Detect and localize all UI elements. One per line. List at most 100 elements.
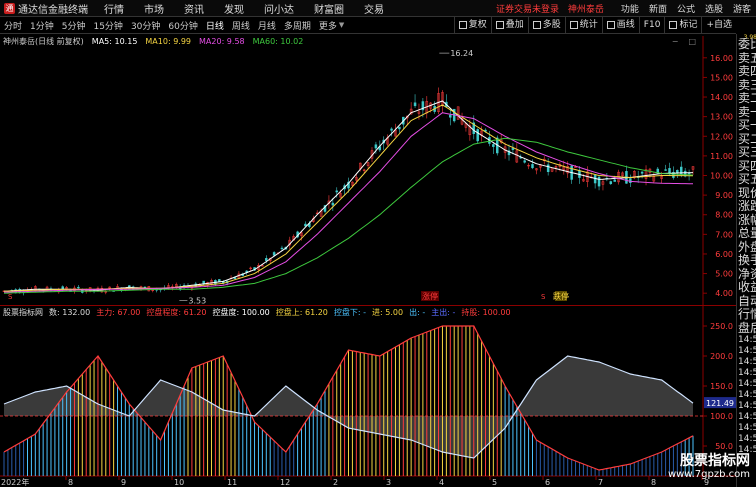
candle-body: [390, 128, 393, 131]
time-tick-label: 3: [386, 478, 391, 487]
price-tick-label: 9.00: [715, 191, 733, 200]
indicator-title[interactable]: 股票指标网: [3, 307, 43, 318]
indicator-header: 股票指标网 数: 132.00 主力: 67.00 控盘程度: 61.20 控盘…: [0, 305, 736, 318]
time-tick-label: 12: [280, 478, 290, 487]
side-panel-label: 盘后: [738, 320, 756, 335]
price-tick-label: 11.00: [710, 152, 733, 161]
event-marker-zhangting: 涨停: [422, 291, 438, 301]
indicator-tick-label: 200.0: [710, 352, 733, 361]
indicator-axis: 250.0 200.0 150.0 100.0 50.0 121.49: [703, 322, 736, 451]
side-panel-label: 卖五: [738, 50, 756, 65]
time-tick-label: 11: [227, 478, 237, 487]
candle-body: [676, 169, 679, 173]
side-panel-label: 涨幅: [738, 212, 756, 227]
side-panel-label: 14:56: [738, 412, 756, 422]
price-tick-label: 10.00: [710, 172, 733, 181]
price-tick-label: 16.00: [710, 54, 733, 63]
ma-line-ma20: [3, 112, 693, 293]
price-tick-label: 7.00: [715, 230, 733, 239]
time-tick-label: 10: [174, 478, 184, 487]
price-tick-label: 13.00: [710, 113, 733, 122]
side-panel-label: 委比: [738, 37, 756, 51]
watermark: 股票指标网 www.7gpzb.com: [654, 453, 750, 483]
side-panel-label: 现价: [738, 185, 756, 200]
side-panel-label: 14:50: [738, 379, 756, 389]
candle-body: [593, 175, 597, 184]
side-panel-label: 净资: [738, 266, 756, 281]
price-tick-label: 6.00: [715, 250, 733, 259]
candle-body: [398, 126, 401, 130]
price-plot: 16.243.53: [2, 49, 695, 305]
candle-body: [613, 179, 616, 182]
side-panel-label: 14:50: [738, 401, 756, 411]
indicator-kongpan-chengdu: 控盘程度: 61.20: [146, 307, 207, 317]
side-panel-label: 卖一: [738, 104, 756, 119]
side-panel-label: 买二: [738, 131, 756, 146]
candle-body: [511, 148, 515, 150]
price-tick-label: 14.00: [710, 93, 733, 102]
candle-body: [546, 164, 550, 172]
ma-line-ma60: [3, 137, 694, 294]
side-panel-label: 收益: [738, 280, 756, 294]
side-panel-label: 卖三: [738, 77, 756, 92]
price-tick-label: 15.00: [710, 73, 733, 82]
candle-body: [335, 190, 339, 193]
indicator-chicang: 持股: 100.00: [461, 307, 511, 317]
side-panel-label: 14:50: [738, 357, 756, 367]
price-tick-label: 8.00: [715, 211, 733, 220]
indicator-chu: 出: -: [409, 307, 426, 317]
candle-body: [597, 176, 601, 187]
candle-body: [523, 160, 526, 163]
time-axis: 8 9 10 11 12 2 3 4 5 6 7 8 9: [65, 476, 709, 487]
side-panel-label: 14:50: [738, 390, 756, 400]
candle-body: [449, 114, 452, 118]
candle-body: [531, 164, 534, 169]
candle-body: [280, 247, 284, 250]
candle-body: [492, 144, 495, 147]
side-panel-label: 总量: [738, 226, 756, 240]
side-panel-label: 卖四: [738, 64, 756, 78]
side-panel-label: 换手: [738, 253, 756, 267]
side-panel-label: 外盘: [738, 239, 756, 254]
quote-side-panel: 3.98 委比卖五卖四卖三卖二卖一买一买二买三买四买五现价涨跌涨幅总量外盘换手净…: [736, 34, 756, 487]
indicator-kongpan-du: 控盘度: 100.00: [212, 307, 270, 317]
time-tick-label: 9: [121, 478, 126, 487]
indicator-tick-label: 150.0: [710, 382, 733, 391]
candle-body: [265, 258, 268, 261]
high-price-label: 16.24: [450, 49, 473, 58]
watermark-title: 股票指标网: [680, 453, 750, 469]
indicator-kongpan-shang: 控盘上: 61.20: [275, 307, 328, 317]
candle-body: [374, 144, 378, 149]
current-value-label: 121.49: [706, 399, 734, 408]
indicator-kongpan-xia: 控盘下: -: [333, 307, 367, 317]
event-marker-s: S: [541, 293, 546, 301]
event-marker-s: S: [8, 293, 13, 301]
side-panel-label: 14:50: [738, 335, 756, 345]
indicator-shu: 数: 132.00: [49, 307, 91, 317]
side-panel-label: 涨跌: [738, 199, 756, 213]
candle-body: [476, 129, 479, 142]
year-label: 2022年: [1, 478, 30, 487]
candle-body: [331, 202, 335, 206]
indicator-zhuchu: 主出: -: [431, 307, 456, 317]
side-panel-labels: 委比卖五卖四卖三卖二卖一买一买二买三买四买五现价涨跌涨幅总量外盘换手净资收益自动…: [738, 37, 756, 456]
side-panel-label: 14:56: [738, 434, 756, 444]
ma-line-ma10: [3, 104, 693, 292]
candle-body: [143, 286, 147, 289]
time-tick-label: 7: [598, 478, 603, 487]
candle-body: [668, 168, 671, 174]
candle-body: [609, 181, 613, 185]
time-tick-label: 8: [68, 478, 73, 487]
ma-line-ma5: [3, 100, 694, 292]
event-markers: S 涨停 S 跌停: [8, 291, 569, 301]
price-tick-label: 5.00: [715, 270, 733, 279]
chart-canvas[interactable]: 16.243.53 16.00 15.00 14.00 13.00 12.00 11.00…: [0, 0, 736, 487]
candle-body: [664, 169, 667, 171]
side-panel-label: 买四: [738, 158, 756, 173]
time-tick-label: 2: [333, 478, 338, 487]
price-axis: 16.00 15.00 14.00 13.00 12.00 11.00 10.00 9.00 8…: [703, 54, 733, 298]
indicator-zhuli: 主力: 67.00: [96, 307, 141, 317]
side-panel-label: 14:56: [738, 423, 756, 433]
price-tick-label: 4.00: [715, 289, 733, 298]
price-tick-label: 12.00: [710, 132, 733, 141]
